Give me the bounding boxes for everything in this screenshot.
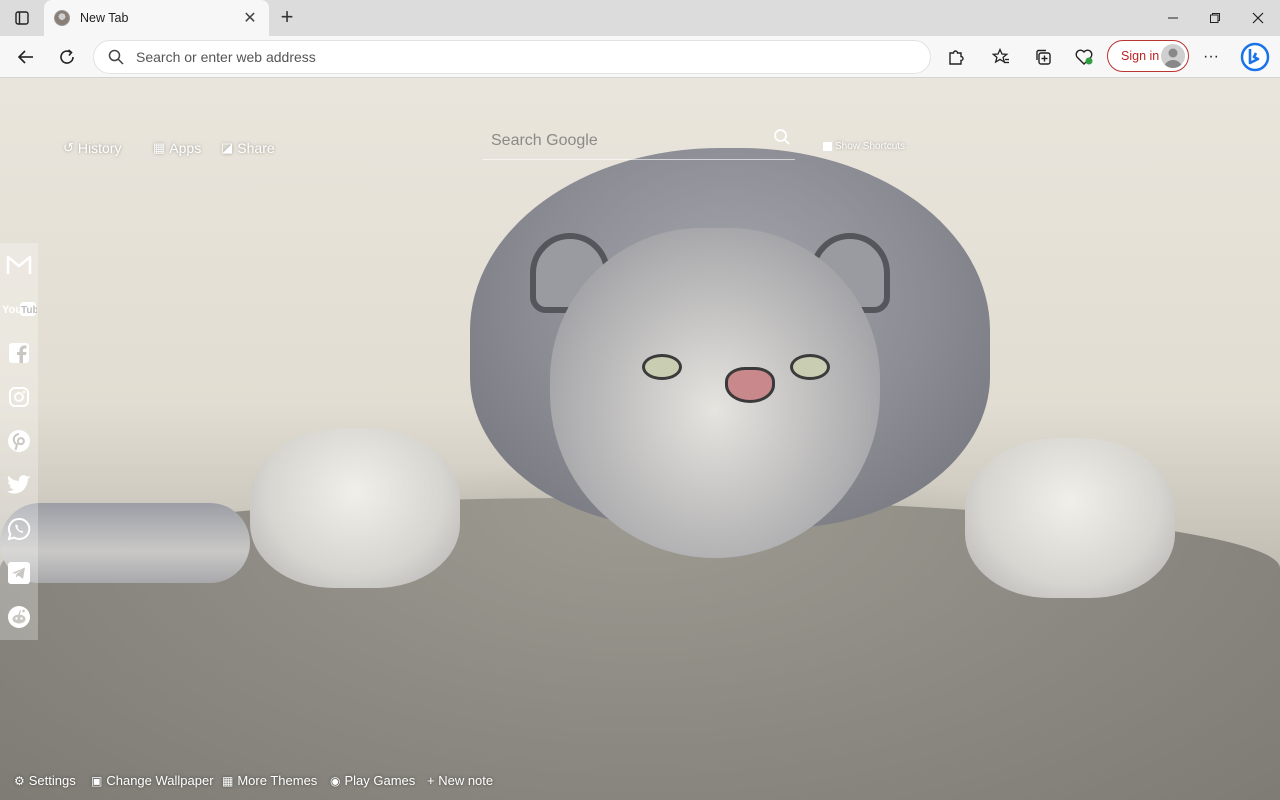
tab-favicon-icon: [54, 10, 70, 26]
change-wallpaper-link[interactable]: ▣ Change Wallpaper: [91, 773, 214, 788]
refresh-icon: [60, 49, 74, 64]
settings-more-button[interactable]: ···: [1198, 44, 1224, 70]
more-themes-link[interactable]: ▦ More Themes: [222, 773, 317, 788]
google-search-box[interactable]: [483, 122, 795, 160]
settings-label: Settings: [28, 773, 76, 788]
address-input[interactable]: [136, 49, 896, 65]
favorites-star-icon: [992, 48, 1009, 64]
refresh-button[interactable]: [52, 42, 82, 72]
facebook-icon: [9, 343, 29, 363]
social-item-facebook[interactable]: [0, 333, 38, 373]
leopard-eye-right-image: [790, 354, 830, 380]
restore-icon: [1210, 13, 1220, 23]
share-label: Share: [237, 140, 275, 156]
extensions-button[interactable]: [943, 44, 969, 70]
wallpaper-icon: ▣: [91, 773, 103, 788]
collections-icon: [1036, 49, 1051, 65]
show-shortcuts-toggle[interactable]: Show Shortcuts: [823, 141, 905, 152]
themes-icon: ▦: [222, 773, 234, 788]
youtube-icon: YouTube: [2, 302, 37, 316]
search-icon[interactable]: [773, 128, 791, 146]
social-item-twitter[interactable]: [0, 465, 38, 505]
reddit-icon: [8, 606, 30, 628]
social-item-youtube[interactable]: YouTube: [0, 289, 38, 329]
whatsapp-icon: [7, 517, 31, 541]
tab-actions-icon: [15, 11, 29, 25]
tab-actions-button[interactable]: [8, 6, 36, 30]
puzzle-icon: [949, 50, 964, 65]
social-item-gmail[interactable]: [0, 245, 38, 285]
address-bar[interactable]: [93, 40, 931, 74]
avatar: [1161, 44, 1185, 68]
svg-text:You: You: [2, 304, 22, 316]
apps-link[interactable]: ▦ Apps: [153, 140, 201, 156]
social-item-whatsapp[interactable]: [0, 509, 38, 549]
social-item-telegram[interactable]: [0, 553, 38, 593]
bing-copilot-button[interactable]: [1240, 41, 1270, 73]
bing-icon: [1240, 42, 1270, 72]
change-wallpaper-label: Change Wallpaper: [106, 773, 214, 788]
sign-in-button[interactable]: Sign in: [1107, 40, 1189, 72]
telegram-icon: [8, 562, 30, 584]
favorites-button[interactable]: [988, 44, 1014, 70]
close-icon: [1252, 12, 1264, 24]
history-link[interactable]: ↺ History: [63, 140, 121, 156]
social-sidebar: YouTube: [0, 243, 38, 640]
tab-close-icon[interactable]: ✕: [241, 8, 259, 28]
gamepad-icon: ◉: [330, 773, 341, 788]
svg-text:Tube: Tube: [21, 305, 37, 316]
tab-strip: New Tab ✕ +: [0, 0, 1280, 36]
play-games-link[interactable]: ◉ Play Games: [330, 773, 415, 788]
google-search-input[interactable]: [483, 131, 763, 150]
new-note-label: + New note: [427, 773, 494, 788]
sign-in-label: Sign in: [1121, 49, 1160, 63]
tab-title: New Tab: [80, 11, 129, 25]
play-games-label: Play Games: [344, 773, 416, 788]
instagram-icon: [9, 387, 29, 407]
snow-leopard-head-image: [550, 228, 880, 558]
minimize-icon: [1168, 17, 1178, 19]
browser-essentials-button[interactable]: [1071, 44, 1097, 70]
apps-icon: ▦: [153, 140, 166, 155]
gear-icon: ⚙: [14, 773, 25, 788]
show-shortcuts-checkbox[interactable]: [823, 142, 832, 151]
new-tab-button[interactable]: +: [274, 4, 300, 30]
leopard-paw-left-image: [250, 428, 460, 588]
more-themes-label: More Themes: [237, 773, 318, 788]
pinterest-icon: [8, 430, 30, 452]
history-label: History: [77, 140, 122, 156]
minimize-button[interactable]: [1152, 0, 1194, 36]
new-note-link[interactable]: + New note: [427, 773, 493, 788]
leopard-paw-right-image: [965, 438, 1175, 598]
search-icon: [108, 49, 124, 65]
heart-pulse-icon: [1075, 49, 1093, 65]
settings-link[interactable]: ⚙ Settings: [14, 773, 76, 788]
close-window-button[interactable]: [1237, 0, 1279, 36]
collections-button[interactable]: [1030, 44, 1056, 70]
back-arrow-icon: [17, 50, 33, 64]
share-link[interactable]: ◪ Share: [221, 140, 275, 156]
wallpaper-background: [0, 78, 1280, 800]
social-item-instagram[interactable]: [0, 377, 38, 417]
apps-label: Apps: [169, 140, 202, 156]
tab-new-tab[interactable]: New Tab ✕: [44, 0, 269, 36]
social-item-reddit[interactable]: [0, 597, 38, 637]
twitter-icon: [7, 475, 31, 494]
social-item-pinterest[interactable]: [0, 421, 38, 461]
show-shortcuts-label: Show Shortcuts: [835, 141, 906, 152]
leopard-nose-image: [725, 367, 775, 403]
browser-toolbar: Sign in ···: [0, 36, 1280, 78]
history-icon: ↺: [63, 140, 74, 155]
back-button[interactable]: [11, 42, 41, 72]
restore-button[interactable]: [1194, 0, 1236, 36]
profile-icon: [1164, 48, 1182, 68]
leopard-eye-left-image: [642, 354, 682, 380]
gmail-icon: [6, 255, 32, 274]
share-icon: ◪: [221, 140, 234, 155]
